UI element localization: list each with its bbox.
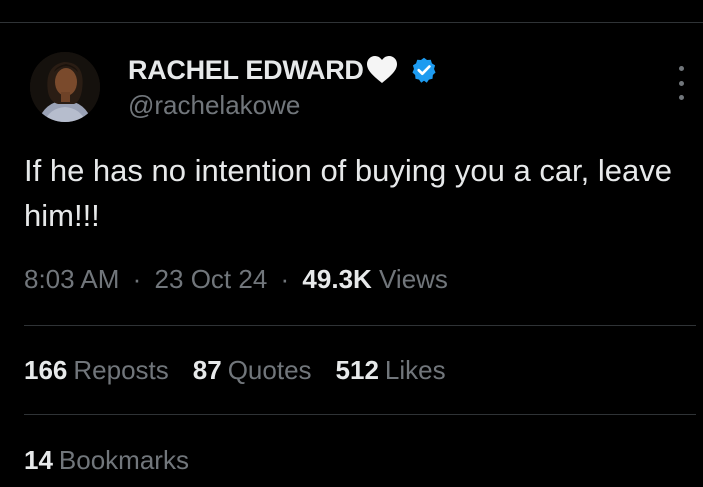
reposts-stat[interactable]: 166 Reposts [24, 355, 169, 386]
reposts-label: Reposts [73, 355, 169, 385]
likes-label: Likes [384, 355, 446, 385]
meta-separator: · [280, 264, 290, 294]
tweet-time[interactable]: 8:03 AM [24, 264, 119, 294]
more-dot [678, 80, 684, 86]
quotes-label: Quotes [227, 355, 312, 385]
likes-stat[interactable]: 512 Likes [336, 355, 446, 386]
avatar[interactable] [30, 52, 100, 122]
author-name-row[interactable]: RACHEL EDWARD [128, 52, 438, 88]
engagement-stats: 166 Reposts 87 Quotes 512 Likes [24, 355, 470, 386]
quotes-stat[interactable]: 87 Quotes [193, 355, 312, 386]
tweet-date[interactable]: 23 Oct 24 [155, 264, 268, 294]
bookmarks-count: 14 [24, 445, 53, 475]
display-name[interactable]: RACHEL EDWARD [128, 55, 364, 86]
tweet-meta: 8:03 AM · 23 Oct 24 · 49.3K Views [24, 264, 448, 295]
author-handle[interactable]: @rachelakowe [128, 90, 300, 121]
views-count: 49.3K [302, 264, 372, 294]
divider [24, 414, 696, 415]
bookmarks-label: Bookmarks [58, 445, 189, 475]
likes-count: 512 [335, 355, 379, 385]
divider [24, 325, 696, 326]
meta-separator: · [132, 264, 142, 294]
more-dot [678, 66, 684, 71]
verified-badge-icon[interactable] [410, 56, 438, 84]
top-divider [0, 22, 703, 23]
avatar-photo [30, 52, 100, 122]
reposts-count: 166 [24, 355, 68, 385]
white-heart-icon [366, 55, 398, 85]
bookmarks-stat[interactable]: 14 Bookmarks [24, 445, 189, 476]
more-dot [678, 95, 684, 100]
quotes-count: 87 [192, 355, 222, 385]
views-label: Views [379, 264, 448, 294]
more-options-icon[interactable] [671, 66, 691, 100]
tweet-text: If he has no intention of buying you a c… [24, 153, 673, 233]
tweet-header: RACHEL EDWARD @rachelakowe [30, 52, 690, 132]
